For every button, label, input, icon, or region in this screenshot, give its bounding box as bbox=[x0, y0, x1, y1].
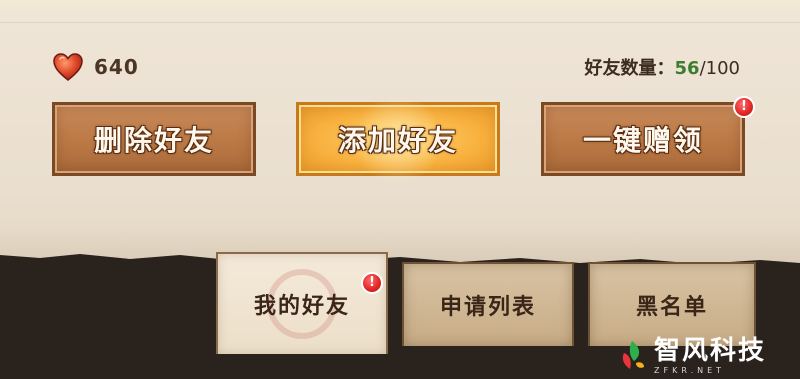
add-friend-label: 添加好友 bbox=[337, 124, 458, 157]
tab-my-friends-label: 我的好友 bbox=[253, 294, 350, 319]
friend-count-label: 好友数量： bbox=[584, 58, 675, 79]
friend-count-current: 56 bbox=[674, 58, 700, 79]
tab-blacklist-label: 黑名单 bbox=[635, 295, 708, 320]
tab-requests-label: 申请列表 bbox=[439, 295, 536, 320]
exclamation-badge-icon: ! bbox=[733, 96, 755, 118]
panel-top-band bbox=[0, 0, 800, 23]
add-friend-button[interactable]: 添加好友 bbox=[296, 94, 500, 184]
delete-friend-button[interactable]: 删除好友 bbox=[52, 102, 256, 176]
friends-panel: 640 好友数量：56/100 删除好友 添加好友 一键赠领 ! bbox=[0, 0, 800, 268]
delete-friend-label: 删除好友 bbox=[93, 124, 214, 157]
friend-count: 好友数量：56/100 bbox=[585, 54, 741, 80]
gift-all-label: 一键赠领 bbox=[582, 124, 703, 157]
tab-blacklist[interactable]: 黑名单 bbox=[588, 262, 756, 346]
friend-count-max: 100 bbox=[705, 58, 740, 79]
hp-display: 640 bbox=[52, 52, 139, 82]
leaf-logo-icon bbox=[622, 341, 644, 369]
watermark-text: 智风科技 bbox=[654, 335, 767, 366]
hp-value: 640 bbox=[94, 55, 139, 79]
watermark: 智风科技 ZFKR.NET bbox=[618, 335, 766, 377]
heart-icon bbox=[53, 53, 83, 81]
exclamation-badge-icon: ! bbox=[361, 272, 383, 294]
gift-all-button[interactable]: 一键赠领 bbox=[541, 102, 745, 176]
watermark-subtext: ZFKR.NET bbox=[654, 365, 726, 375]
tab-requests[interactable]: 申请列表 bbox=[402, 262, 574, 346]
tab-my-friends[interactable]: 我的好友 bbox=[216, 252, 388, 354]
